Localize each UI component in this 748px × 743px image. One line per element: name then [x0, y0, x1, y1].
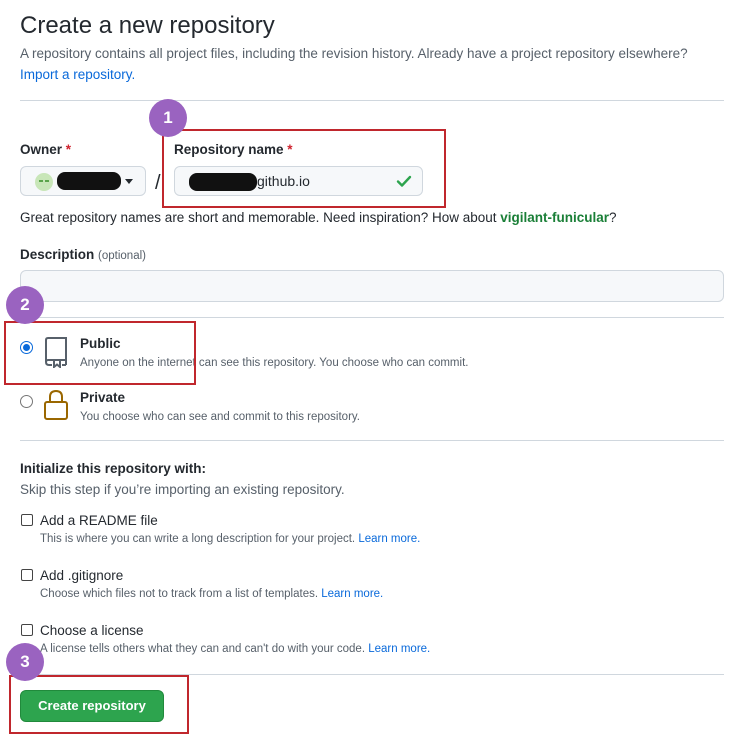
divider: [20, 317, 724, 318]
page-title: Create a new repository: [20, 12, 275, 39]
annotation-box-public: [4, 321, 196, 385]
annotation-badge-1: 1: [149, 99, 187, 137]
readme-description: This is where you can write a long descr…: [40, 533, 421, 545]
license-description: A license tells others what they can and…: [40, 643, 431, 655]
readme-learn-more-link[interactable]: Learn more.: [358, 533, 420, 545]
description-label: Description (optional): [20, 247, 146, 262]
license-label: Choose a license: [40, 623, 144, 638]
annotation-box-repo-name: [162, 129, 446, 208]
gitignore-description: Choose which files not to track from a l…: [40, 588, 384, 600]
gitignore-learn-more-link[interactable]: Learn more.: [321, 588, 383, 600]
suggested-name[interactable]: vigilant-funicular: [500, 210, 609, 225]
readme-checkbox[interactable]: [21, 514, 33, 526]
private-title: Private: [80, 390, 126, 405]
private-description: You choose who can see and commit to thi…: [80, 411, 360, 423]
license-checkbox[interactable]: [21, 624, 33, 636]
gitignore-checkbox[interactable]: [21, 569, 33, 581]
owner-repo-separator: /: [155, 172, 161, 194]
owner-select[interactable]: [20, 166, 146, 196]
gitignore-label: Add .gitignore: [40, 568, 124, 583]
private-radio[interactable]: [20, 395, 33, 408]
lock-icon: [44, 389, 68, 420]
redacted-owner-name: [57, 172, 121, 190]
annotation-box-create: [9, 675, 189, 734]
description-input[interactable]: [20, 270, 724, 302]
divider: [20, 100, 724, 101]
init-heading: Initialize this repository with:: [20, 461, 207, 476]
chevron-down-icon: [125, 179, 133, 184]
avatar: [35, 173, 53, 191]
license-learn-more-link[interactable]: Learn more.: [368, 643, 430, 655]
divider: [20, 440, 724, 441]
readme-label: Add a README file: [40, 513, 158, 528]
repo-name-hint: Great repository names are short and mem…: [20, 210, 617, 225]
page-subtitle: A repository contains all project files,…: [20, 46, 688, 61]
import-repository-link[interactable]: Import a repository.: [20, 67, 135, 82]
annotation-badge-2: 2: [6, 286, 44, 324]
owner-label: Owner *: [20, 142, 72, 157]
init-subheading: Skip this step if you’re importing an ex…: [20, 482, 345, 497]
annotation-badge-3: 3: [6, 643, 44, 681]
